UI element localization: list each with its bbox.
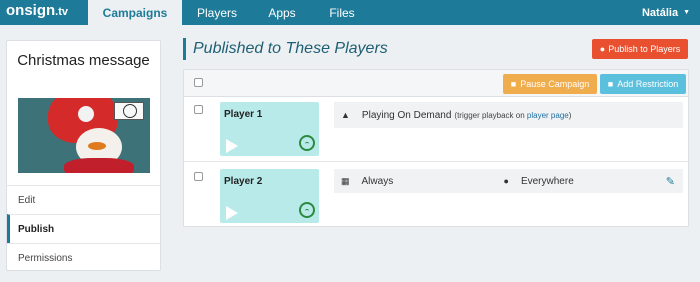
caret-down-icon: ▼ — [683, 9, 690, 16]
location-value: Everywhere — [520, 175, 574, 187]
campaign-title: Christmas message — [17, 52, 150, 69]
tab-files[interactable]: Files — [312, 0, 372, 25]
select-all-checkbox[interactable] — [194, 78, 203, 87]
playback-mode: Playing On Demand — [361, 109, 452, 121]
tab-campaigns[interactable]: Campaigns — [88, 0, 182, 25]
player-page-link[interactable]: player page — [527, 111, 569, 120]
player-name: Player 2 — [224, 176, 263, 187]
pencil-icon[interactable]: ✎ — [666, 175, 675, 188]
note-suffix: ) — [568, 110, 572, 120]
logo-tv-text: .tv — [55, 6, 69, 18]
pause-button-label: Pause Campaign — [520, 79, 590, 89]
restriction-button-label: Add Restriction — [617, 79, 679, 89]
player-row: Player 1 ▲ Playing On Demand (trigger pl… — [184, 97, 688, 162]
add-restriction-button[interactable]: ■ Add Restriction — [600, 74, 686, 94]
playback-note: (trigger playback on player page) — [454, 111, 571, 120]
menu-item-edit[interactable]: Edit — [7, 185, 160, 214]
user-menu[interactable]: Natália ▼ — [642, 0, 690, 25]
play-icon[interactable] — [226, 206, 238, 220]
tab-players[interactable]: Players — [182, 0, 252, 25]
campaign-menu: Edit Publish Permissions — [7, 185, 160, 272]
restriction-detail: ▦ Always ● Everywhere ✎ — [334, 169, 683, 193]
player-card[interactable]: Player 1 — [220, 102, 319, 156]
globe-icon: ● — [599, 44, 606, 54]
note-prefix: (trigger playback on — [454, 110, 525, 120]
bell-icon: ▲ — [341, 110, 350, 120]
user-name: Natália — [641, 6, 679, 19]
campaign-thumbnail — [18, 98, 150, 173]
wifi-icon — [299, 202, 315, 218]
playback-detail: ▲ Playing On Demand (trigger playback on… — [334, 102, 683, 128]
publish-button-label: Publish to Players — [608, 44, 681, 54]
players-panel: ■ Pause Campaign ■ Add Restriction Playe… — [183, 69, 689, 227]
tab-apps[interactable]: Apps — [252, 0, 312, 25]
player-name: Player 1 — [224, 109, 263, 120]
player-card[interactable]: Player 2 — [220, 169, 319, 223]
player-checkbox[interactable] — [194, 105, 203, 114]
panel-header: ■ Pause Campaign ■ Add Restriction — [184, 70, 688, 97]
plus-icon: ■ — [607, 79, 614, 89]
publish-to-players-button[interactable]: ● Publish to Players — [592, 39, 688, 59]
pause-icon: ■ — [510, 79, 517, 89]
schedule-value: Always — [361, 175, 394, 187]
page-title: Published to These Players — [183, 38, 388, 60]
wifi-icon — [299, 135, 315, 151]
onsign-logo[interactable]: onsign .tv — [0, 0, 88, 25]
campaign-sidebar: Christmas message Edit Publish Permissio… — [6, 40, 161, 271]
logo-text: onsign — [6, 2, 56, 19]
player-checkbox[interactable] — [194, 172, 203, 181]
calendar-icon: ▦ — [341, 175, 350, 186]
top-navbar: onsign .tv Campaigns Players Apps Files N… — [0, 0, 700, 25]
pause-campaign-button[interactable]: ■ Pause Campaign — [503, 74, 597, 94]
map-marker-icon: ● — [503, 176, 509, 186]
player-row: Player 2 ▦ Always ● Everywhere ✎ — [184, 162, 688, 226]
menu-item-permissions[interactable]: Permissions — [7, 243, 160, 272]
play-icon[interactable] — [226, 139, 238, 153]
menu-item-publish[interactable]: Publish — [7, 214, 160, 243]
